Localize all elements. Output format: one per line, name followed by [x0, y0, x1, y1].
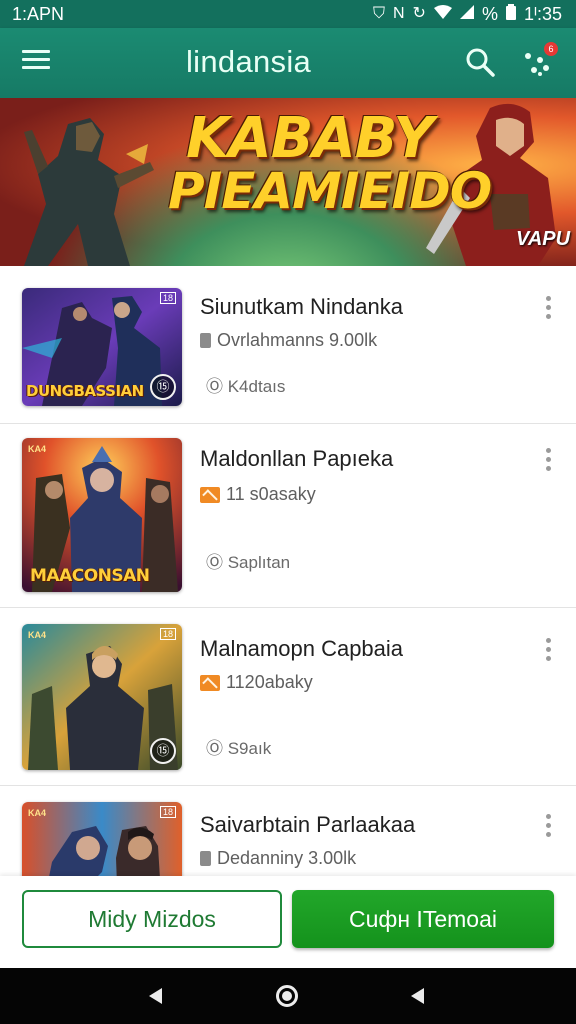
status-icons: ⛉ N ↻ % 1ᴵ:35: [373, 4, 562, 25]
bottom-action-bar: Midy Mizdos Cuфн ITemoai: [0, 876, 576, 968]
banner-corner-logo: VAPU: [516, 228, 571, 250]
item-meta-text: Dedanniny 3.00lk: [217, 848, 357, 868]
item-meta-text: 1120abaky: [226, 672, 313, 692]
age-rating-icon: ⑮: [150, 374, 176, 400]
battery-text: %: [481, 3, 498, 24]
thumbnail-caption: MAACONSAN: [30, 566, 150, 586]
hamburger-menu-icon[interactable]: [22, 50, 54, 76]
status-time-left: 1:APN: [12, 3, 65, 24]
item-meta: Dedanniny 3.00lk: [200, 848, 356, 869]
item-subtitle: Ⓞ Saplıtan: [206, 553, 291, 572]
list-item[interactable]: KA4 18 ⑮ Malnamopn Capbaia 1120abaky Ⓞ S…: [0, 608, 576, 786]
app-bar: lindansia 6: [0, 28, 576, 98]
more-options-icon[interactable]: [540, 814, 556, 842]
item-title: Maldonllan Papıeka: [200, 446, 394, 471]
storage-icon: [200, 333, 211, 348]
vpn-icon: ⛉: [372, 5, 385, 22]
banner-title-line2: PIEAMIEIDO: [168, 162, 492, 220]
item-meta: Ovrlahmanns 9.00lk: [200, 330, 377, 351]
list-item[interactable]: DUNGBASSIAN ⑮ 18 Siunutkam Nindanka Ovrl…: [0, 266, 576, 424]
rating-icon: [200, 674, 220, 691]
app-title: lindansia: [186, 44, 312, 79]
item-subtitle: Ⓞ S9aık: [206, 739, 272, 758]
item-meta: 11 s0asaky: [200, 484, 316, 505]
thumbnail-tag: 18: [159, 806, 176, 818]
thumbnail-caption: DUNGBASSIAN: [26, 382, 144, 400]
cellular-icon: [459, 5, 474, 23]
game-thumbnail: KA4 18 ⑮: [22, 624, 182, 770]
thumbnail-tag: 18: [159, 292, 176, 304]
thumbnail-tag: KA4: [28, 808, 47, 818]
banner-warrior-left-image: [24, 118, 154, 266]
nfc-icon: N: [392, 5, 405, 22]
age-rating-icon: ⑮: [150, 738, 176, 764]
item-subtitle: Ⓞ K4dtaıs: [206, 377, 286, 396]
wifi-icon: [433, 5, 452, 23]
status-time-right: 1ᴵ:35: [523, 3, 562, 24]
thumbnail-tag: 18: [159, 628, 176, 640]
more-options-icon[interactable]: [540, 638, 556, 666]
back-triangle-icon[interactable]: [146, 986, 166, 1006]
thumbnail-tag: KA4: [28, 630, 47, 640]
notification-badge: 6: [544, 42, 558, 56]
thumbnail-tag: KA4: [28, 444, 47, 454]
promo-banner[interactable]: KABABY PIEAMIEIDO VAPU: [0, 98, 576, 266]
primary-action-button[interactable]: Cuфн ITemoai: [292, 890, 554, 948]
item-meta-text: Ovrlahmanns 9.00lk: [217, 330, 378, 350]
item-title: Siunutkam Nindanka: [200, 294, 404, 319]
item-meta: 1120abaky: [200, 672, 313, 693]
list-item[interactable]: KA4 MAACONSAN Maldonllan Papıeka 11 s0as…: [0, 424, 576, 608]
secondary-action-button[interactable]: Midy Mizdos: [22, 890, 282, 948]
search-icon[interactable]: [464, 46, 496, 78]
status-bar: 1:APN ⛉ N ↻ % 1ᴵ:35: [0, 0, 576, 28]
battery-icon: [505, 4, 516, 24]
game-thumbnail: KA4 MAACONSAN: [22, 438, 182, 592]
item-title: Saivarbtain Parlaakaa: [200, 812, 416, 837]
item-title: Malnamopn Capbaia: [200, 636, 404, 661]
game-thumbnail: DUNGBASSIAN ⑮ 18: [22, 288, 182, 406]
rating-icon: [200, 486, 220, 503]
home-circle-icon[interactable]: [276, 985, 298, 1007]
system-navigation-bar: [0, 968, 576, 1024]
more-options-icon[interactable]: [540, 448, 556, 476]
item-meta-text: 11 s0asaky: [226, 484, 316, 504]
sync-icon: ↻: [412, 5, 426, 22]
storage-icon: [200, 851, 211, 866]
more-options-icon[interactable]: [540, 296, 556, 324]
recent-triangle-icon[interactable]: [408, 986, 428, 1006]
app-screen: 1:APN ⛉ N ↻ % 1ᴵ:35 lindansia 6 KABABY P…: [0, 0, 576, 1024]
